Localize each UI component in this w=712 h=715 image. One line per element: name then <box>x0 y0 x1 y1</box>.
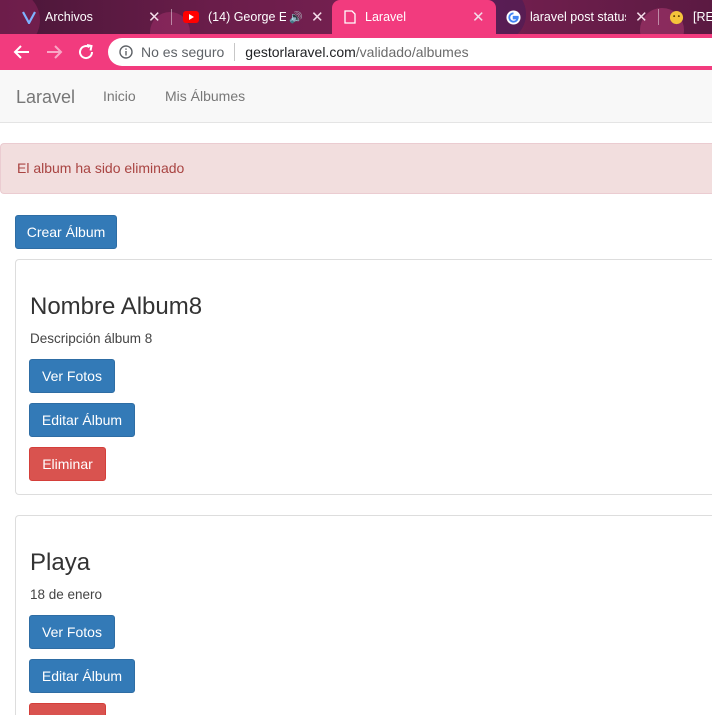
close-icon[interactable]: ✕ <box>472 8 485 26</box>
tab-res[interactable]: [RES <box>660 0 712 34</box>
tab-laravel[interactable]: Laravel ✕ <box>332 0 496 34</box>
emoji-icon <box>669 10 684 25</box>
browser-tab-strip: Archivos ✕ (14) George E 🔊 ✕ Laravel ✕ l… <box>0 0 712 34</box>
alert-message: El album ha sido eliminado <box>0 143 712 194</box>
youtube-icon <box>183 11 199 23</box>
app-navbar: Laravel Inicio Mis Álbumes <box>0 70 712 123</box>
tab-archivos[interactable]: Archivos ✕ <box>0 0 170 34</box>
google-icon <box>506 9 521 25</box>
info-icon[interactable] <box>119 45 133 59</box>
edit-album-button[interactable]: Editar Álbum <box>29 659 135 693</box>
forward-button[interactable] <box>42 40 66 64</box>
tab-title: (14) George E <box>208 10 286 24</box>
tab-title: Archivos <box>45 10 93 24</box>
close-icon[interactable]: ✕ <box>311 8 324 26</box>
tab-youtube[interactable]: (14) George E 🔊 ✕ <box>172 0 332 34</box>
security-label[interactable]: No es seguro <box>141 44 224 60</box>
navbar-brand[interactable]: Laravel <box>16 87 75 108</box>
address-bar[interactable]: No es seguro gestorlaravel.com/validado/… <box>108 38 712 66</box>
close-icon[interactable]: ✕ <box>635 8 648 26</box>
url-path[interactable]: /validado/albumes <box>356 44 469 60</box>
tab-title: Laravel <box>365 10 406 24</box>
back-arrow-icon <box>13 45 29 59</box>
tab-title: laravel post status <box>530 10 626 24</box>
album-description: Descripción álbum 8 <box>30 331 153 346</box>
divider <box>234 43 236 61</box>
album-name: Nombre Album8 <box>30 293 203 320</box>
forward-arrow-icon <box>47 45 63 59</box>
view-photos-button[interactable]: Ver Fotos <box>29 359 115 393</box>
create-album-button[interactable]: Crear Álbum <box>15 215 117 249</box>
view-photos-button[interactable]: Ver Fotos <box>29 615 115 649</box>
page-icon <box>344 10 356 24</box>
album-description: 18 de enero <box>30 587 103 602</box>
album-name: Playa <box>30 549 91 576</box>
back-button[interactable] <box>10 40 34 64</box>
v-logo-icon <box>22 10 36 24</box>
nav-link-mis-albumes[interactable]: Mis Álbumes <box>165 88 245 104</box>
reload-button[interactable] <box>74 40 98 64</box>
speaker-icon[interactable]: 🔊 <box>289 11 303 24</box>
tab-title: [RES <box>693 10 712 24</box>
nav-link-inicio[interactable]: Inicio <box>103 88 136 104</box>
browser-toolbar: No es seguro gestorlaravel.com/validado/… <box>0 34 712 70</box>
url-host[interactable]: gestorlaravel.com <box>245 44 356 60</box>
delete-album-button[interactable]: Eliminar <box>29 703 106 715</box>
album-card: Playa 18 de enero Ver Fotos Editar Álbum… <box>15 515 712 715</box>
page-content: Laravel Inicio Mis Álbumes El album ha s… <box>0 70 712 715</box>
delete-album-button[interactable]: Eliminar <box>29 447 106 481</box>
tab-google-search[interactable]: laravel post status ✕ <box>496 0 658 34</box>
close-icon[interactable]: ✕ <box>148 8 161 26</box>
reload-icon <box>79 44 94 60</box>
album-card: Nombre Album8 Descripción álbum 8 Ver Fo… <box>15 259 712 495</box>
edit-album-button[interactable]: Editar Álbum <box>29 403 135 437</box>
